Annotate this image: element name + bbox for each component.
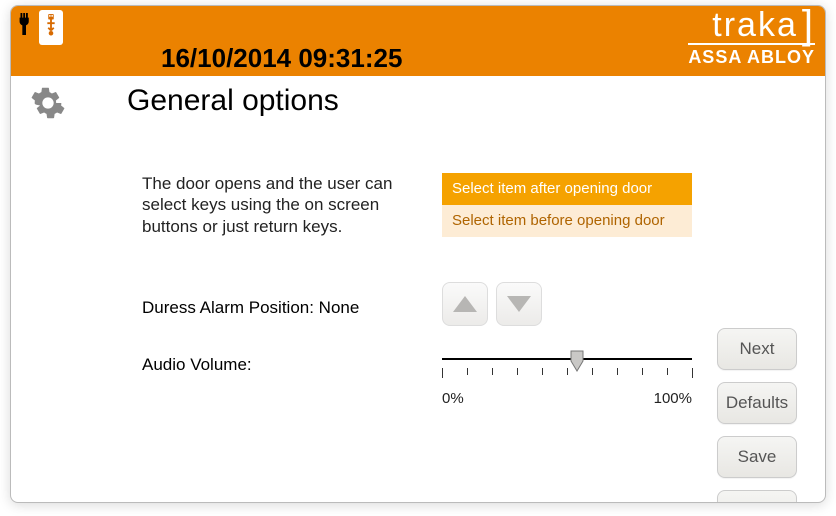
power-plug-icon: [15, 10, 37, 43]
next-button[interactable]: Next: [717, 328, 797, 370]
door-mode-options: Select item after opening door Select it…: [442, 173, 692, 237]
slider-min-label: 0%: [442, 390, 464, 407]
top-bar: 16/10/2014 09:31:25 traka] ASSA ABLOY: [11, 6, 825, 76]
audio-volume-slider[interactable]: 0% 100%: [442, 348, 692, 408]
door-mode-description: The door opens and the user can select k…: [142, 173, 427, 237]
brand-logo: traka] ASSA ABLOY: [688, 10, 815, 68]
option-select-before-open[interactable]: Select item before opening door: [442, 205, 692, 237]
slider-ticks: [442, 368, 692, 378]
duress-stepper: [442, 282, 542, 326]
audio-volume-label: Audio Volume:: [142, 355, 252, 375]
slider-track: [442, 358, 692, 360]
slider-thumb[interactable]: [570, 350, 584, 372]
chevron-up-icon: [453, 296, 477, 312]
cancel-button[interactable]: Cancel: [717, 490, 797, 503]
duress-up-button[interactable]: [442, 282, 488, 326]
duress-down-button[interactable]: [496, 282, 542, 326]
option-select-after-open[interactable]: Select item after opening door: [442, 173, 692, 205]
duress-alarm-label: Duress Alarm Position: None: [142, 298, 359, 318]
page-title: General options: [127, 84, 809, 118]
chevron-down-icon: [507, 296, 531, 312]
usb-icon: [39, 10, 63, 45]
slider-max-label: 100%: [654, 390, 692, 407]
datetime: 16/10/2014 09:31:25: [161, 43, 402, 74]
defaults-button[interactable]: Defaults: [717, 382, 797, 424]
gear-icon: [31, 86, 65, 125]
save-button[interactable]: Save: [717, 436, 797, 478]
